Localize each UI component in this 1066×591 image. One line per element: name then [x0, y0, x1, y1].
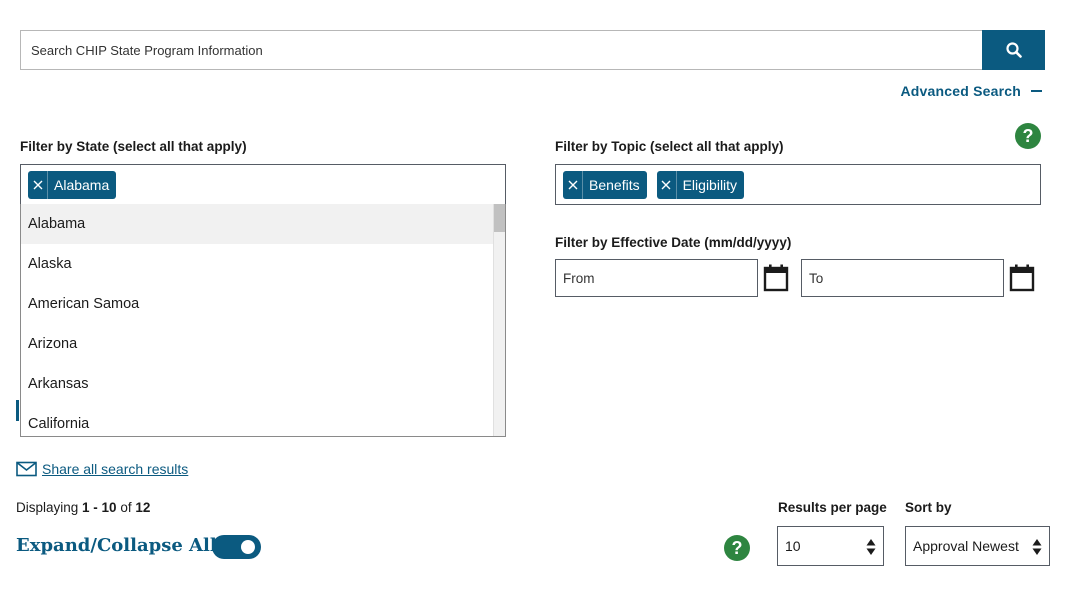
results-per-page-select[interactable]: 10: [777, 526, 884, 566]
results-per-page-value: 10: [785, 538, 801, 554]
advanced-search-label: Advanced Search: [900, 83, 1021, 99]
help-icon[interactable]: ?: [1015, 123, 1041, 149]
sort-arrows-icon: [1032, 539, 1042, 555]
date-from-input[interactable]: [555, 259, 758, 297]
share-label: Share all search results: [42, 461, 189, 477]
dropdown-scrollbar[interactable]: [493, 204, 505, 436]
list-item[interactable]: California: [21, 404, 493, 436]
search-input[interactable]: [20, 30, 983, 70]
hidden-heading-fragment: [16, 400, 19, 421]
sort-by-value: Approval Newest: [913, 538, 1019, 554]
filter-topic-label: Filter by Topic (select all that apply): [555, 139, 784, 154]
scroll-thumb[interactable]: [494, 204, 505, 232]
list-item[interactable]: Alabama: [21, 204, 493, 244]
results-per-page-label: Results per page: [778, 500, 887, 515]
close-icon[interactable]: [28, 170, 48, 199]
calendar-icon[interactable]: [1009, 264, 1035, 292]
list-item[interactable]: Arkansas: [21, 364, 493, 404]
help-icon[interactable]: ?: [724, 535, 750, 561]
close-icon[interactable]: [657, 170, 677, 199]
displaying-total: 12: [135, 500, 151, 515]
topic-multiselect[interactable]: Benefits Eligibility: [555, 164, 1041, 205]
displaying-range: 1 - 10: [82, 500, 117, 515]
date-to-input[interactable]: [801, 259, 1004, 297]
expand-collapse-toggle[interactable]: [212, 535, 261, 559]
sort-by-select[interactable]: Approval Newest: [905, 526, 1050, 566]
filter-date-label: Filter by Effective Date (mm/dd/yyyy): [555, 235, 792, 250]
list-item[interactable]: Arizona: [21, 324, 493, 364]
advanced-search-toggle[interactable]: Advanced Search: [900, 83, 1042, 99]
expand-collapse-label: Expand/Collapse All: [16, 535, 217, 556]
chip-label: Eligibility: [682, 176, 738, 193]
search-button[interactable]: [982, 30, 1045, 70]
displaying-of: of: [120, 500, 132, 515]
close-icon[interactable]: [563, 170, 583, 199]
state-dropdown-list[interactable]: Alabama Alaska American Samoa Arizona Ar…: [20, 204, 506, 437]
search-icon: [1005, 42, 1022, 58]
state-multiselect[interactable]: Alabama: [20, 164, 506, 205]
share-results-link[interactable]: Share all search results: [16, 461, 188, 477]
mail-icon: [16, 461, 37, 477]
sort-by-label: Sort by: [905, 500, 952, 515]
topic-chip-eligibility: Eligibility: [656, 170, 745, 199]
calendar-icon[interactable]: [763, 264, 789, 292]
list-item[interactable]: American Samoa: [21, 284, 493, 324]
results-count: Displaying 1 - 10 of 12: [16, 500, 150, 515]
sort-arrows-icon: [866, 539, 876, 555]
list-item[interactable]: Alaska: [21, 244, 493, 284]
filter-state-label: Filter by State (select all that apply): [20, 139, 247, 154]
topic-chip-benefits: Benefits: [563, 170, 647, 199]
state-chip-alabama: Alabama: [28, 170, 117, 199]
displaying-prefix: Displaying: [16, 500, 79, 515]
minus-icon: [1031, 90, 1042, 92]
toggle-knob: [241, 540, 255, 554]
chip-label: Alabama: [54, 176, 110, 193]
chip-label: Benefits: [589, 176, 640, 193]
